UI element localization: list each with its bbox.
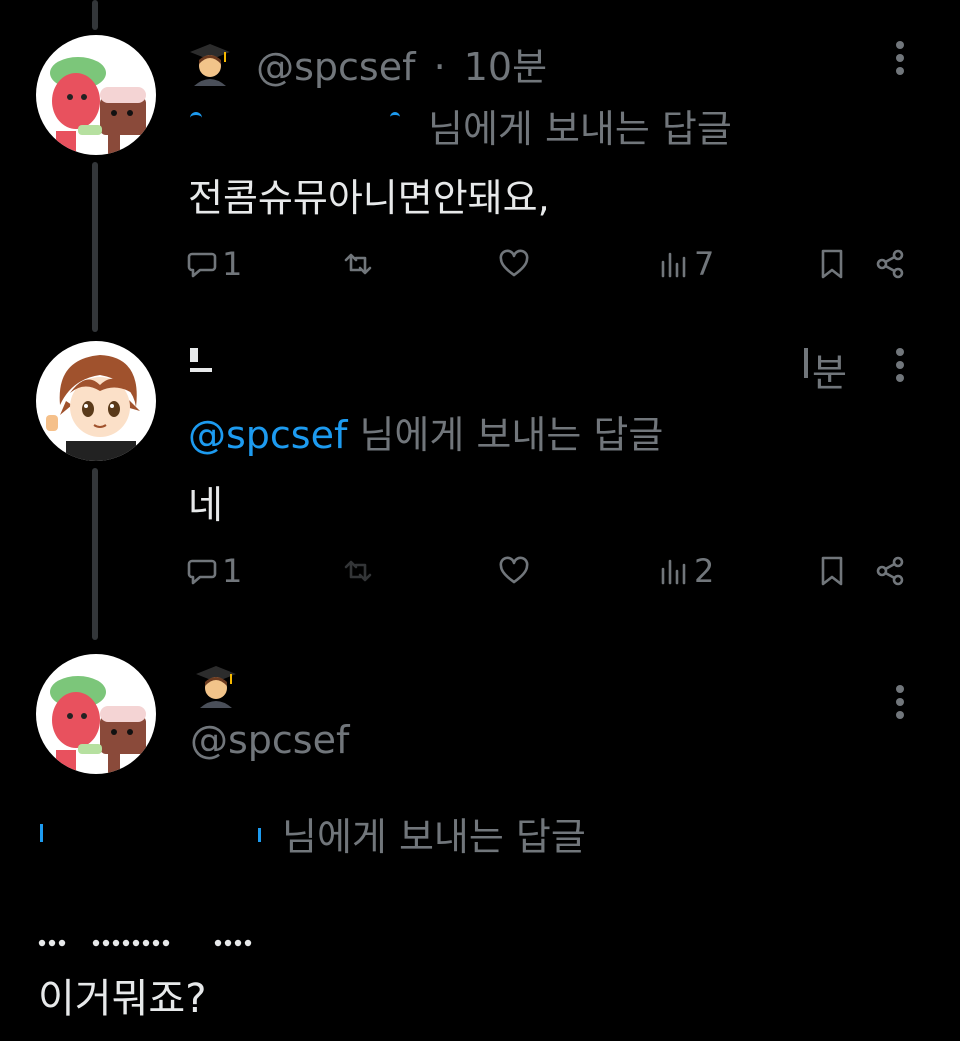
redacted-handle: [40, 824, 43, 842]
heart-icon: [499, 249, 529, 277]
graduate-emoji: [196, 664, 236, 708]
action-bar: 1 2: [184, 547, 914, 595]
reply-to-suffix: 님에게 보내는 답글: [359, 413, 664, 457]
post-text: 네: [188, 483, 223, 527]
replying-to: @spcsef 님에게 보내는 답글: [188, 404, 663, 459]
graduate-emoji: [190, 42, 230, 86]
avatar[interactable]: [36, 341, 156, 461]
bookmark-icon: [821, 556, 843, 586]
bookmark-button[interactable]: [816, 240, 848, 288]
avatar[interactable]: [36, 35, 156, 155]
action-bar: 1 7: [184, 240, 914, 288]
reply-bubble-icon: [187, 559, 217, 585]
bookmark-button[interactable]: [816, 547, 848, 595]
reply-to-handle[interactable]: @spcsef: [188, 413, 347, 457]
timestamp[interactable]: 10분: [464, 45, 547, 89]
repost-button[interactable]: [342, 240, 374, 288]
replying-to: 님에게 보내는 답글: [428, 98, 732, 153]
like-button[interactable]: [498, 240, 530, 288]
post-text: 이거뭐죠?: [38, 976, 207, 1022]
share-icon: [876, 249, 904, 279]
bookmark-icon: [821, 249, 843, 279]
views-count: 2: [694, 552, 715, 590]
reply-button[interactable]: 1: [186, 547, 242, 595]
reply-count: 1: [222, 552, 243, 590]
share-button[interactable]: [874, 240, 906, 288]
more-vertical-icon[interactable]: [880, 345, 920, 385]
redacted-handle: [258, 828, 261, 842]
views-button[interactable]: 2: [658, 547, 714, 595]
share-icon: [876, 556, 904, 586]
heart-icon: [499, 556, 529, 584]
redacted-handle: [390, 112, 400, 121]
post-header: @spcsef · 10분: [190, 36, 547, 91]
redacted-text-dots: [38, 932, 268, 947]
separator-dot: ·: [433, 45, 446, 89]
views-button[interactable]: 7: [658, 240, 714, 288]
thread-line: [92, 0, 98, 30]
reply-to-suffix: 님에게 보내는 답글: [428, 107, 732, 151]
views-count: 7: [694, 245, 715, 283]
repost-button[interactable]: [342, 547, 374, 595]
username-handle[interactable]: @spcsef: [256, 45, 415, 89]
views-bar-chart-icon: [661, 252, 686, 278]
avatar[interactable]: [36, 654, 156, 774]
post-text: 전콤슈뮤아니면안돼요,: [188, 176, 550, 220]
timestamp[interactable]: 분: [812, 342, 847, 397]
redacted-handle: [190, 112, 202, 123]
share-button[interactable]: [874, 547, 906, 595]
reply-to-suffix: 님에게 보내는 답글: [282, 815, 586, 859]
redacted-header: [190, 344, 790, 384]
more-vertical-icon[interactable]: [880, 38, 920, 78]
like-button[interactable]: [498, 547, 530, 595]
reply-bubble-icon: [187, 252, 217, 278]
repost-icon: [344, 560, 372, 582]
repost-icon: [344, 253, 372, 275]
reply-button[interactable]: 1: [186, 240, 242, 288]
redacted-mark: [804, 348, 808, 378]
replying-to: 님에게 보내는 답글: [282, 806, 586, 861]
views-bar-chart-icon: [661, 559, 686, 585]
username-handle[interactable]: @spcsef: [190, 718, 349, 762]
thread-line: [92, 468, 98, 640]
reply-count: 1: [222, 245, 243, 283]
thread-line: [92, 162, 98, 332]
more-vertical-icon[interactable]: [880, 682, 920, 722]
